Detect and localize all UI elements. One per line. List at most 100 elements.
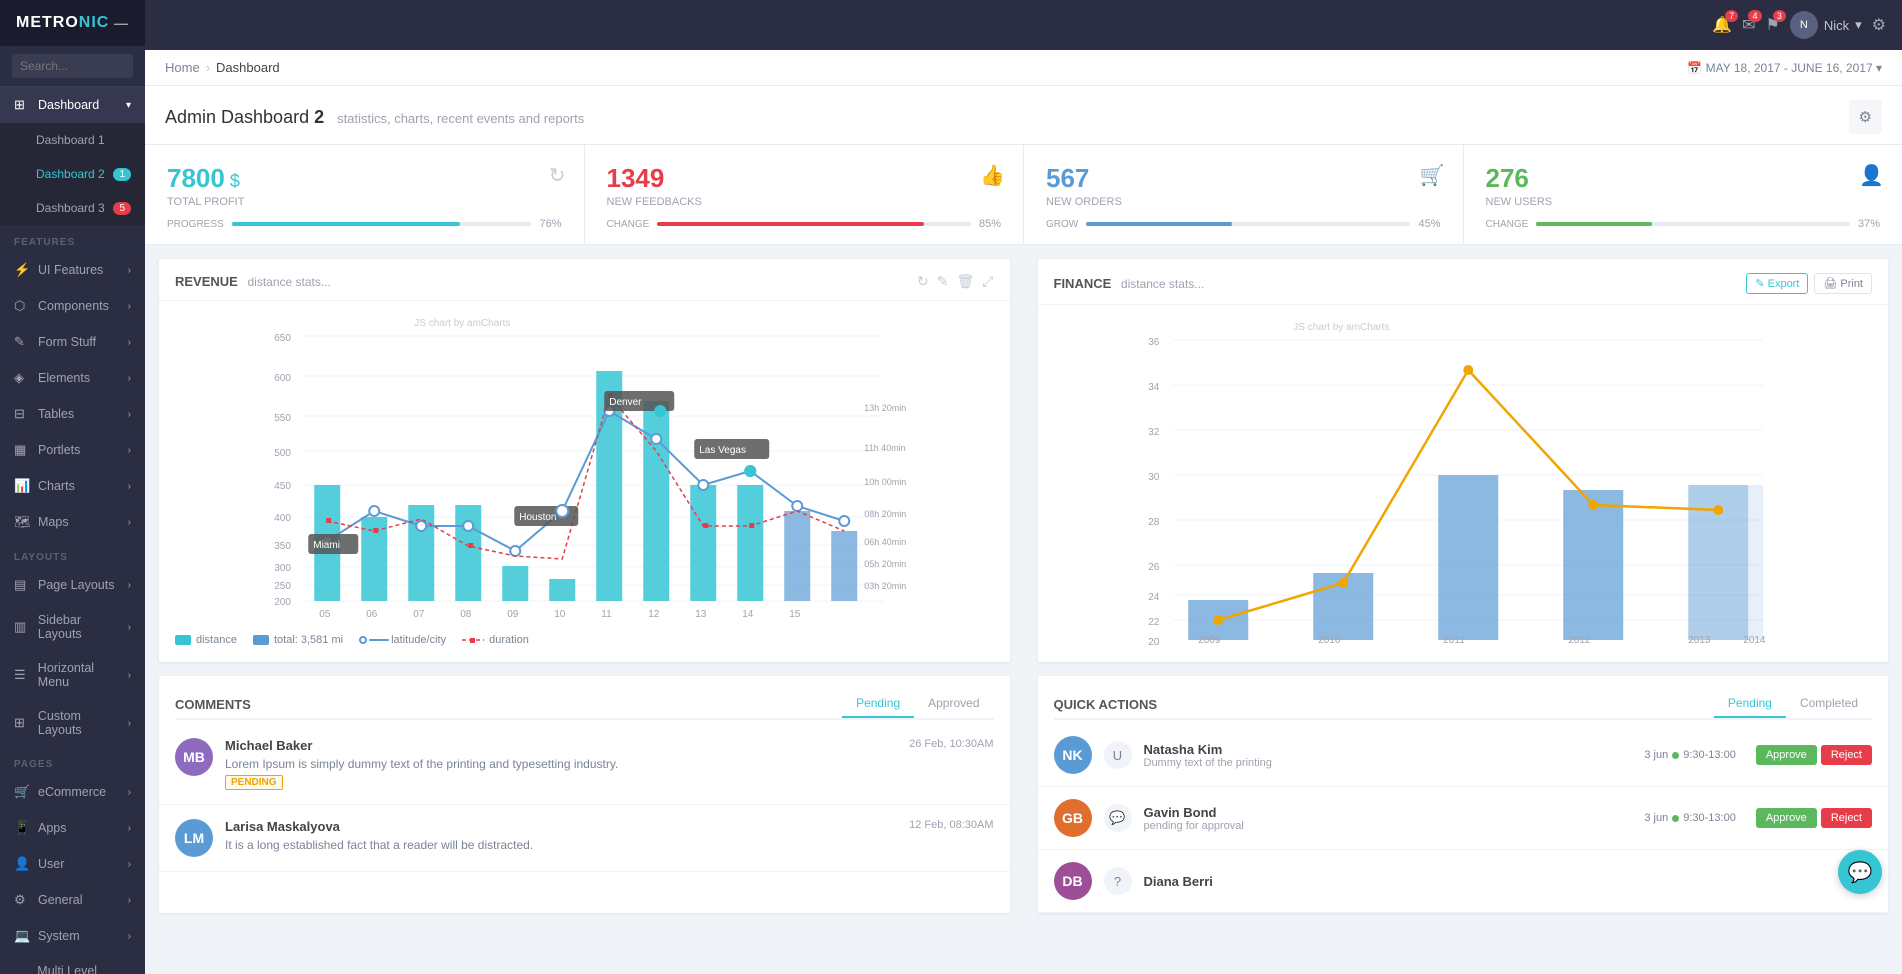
chevron-right-icon: › [128, 787, 131, 798]
sidebar-item-page-layouts[interactable]: ▤ Page Layouts › [0, 567, 145, 603]
sidebar-item-user[interactable]: 👤 User › [0, 846, 145, 882]
reject-button[interactable]: Reject [1821, 808, 1872, 828]
avatar: LM [175, 819, 213, 857]
chevron-down-icon: ▾ [126, 100, 131, 111]
settings-button[interactable]: ⚙ [1849, 100, 1882, 134]
hamburger-icon[interactable]: — [114, 15, 129, 31]
avatar: DB [1054, 862, 1092, 900]
sidebar-item-dashboard[interactable]: ⊞ Dashboard ▾ [0, 87, 145, 123]
reject-button[interactable]: Reject [1821, 745, 1872, 765]
svg-text:10: 10 [554, 609, 566, 620]
finance-chart-panel: FINANCE distance stats... ✎ Export 🖨 Pri… [1038, 259, 1889, 662]
tab-qa-completed[interactable]: Completed [1786, 690, 1872, 718]
sidebar-item-label: Dashboard 2 [36, 167, 105, 181]
chart-trash-icon[interactable]: 🗑 [957, 273, 975, 290]
search-input[interactable] [12, 54, 133, 78]
breadcrumb-home[interactable]: Home [165, 60, 200, 75]
bottom-row: COMMENTS Pending Approved MB Michael Bak… [145, 676, 1902, 927]
svg-text:450: 450 [274, 481, 291, 492]
sidebar-item-sidebar-layouts[interactable]: ▥ Sidebar Layouts › [0, 603, 145, 651]
sidebar-item-form-stuff[interactable]: ✎ Form Stuff › [0, 324, 145, 360]
sidebar-item-system[interactable]: 💻 System › [0, 918, 145, 954]
chart-expand-icon[interactable]: ⤢ [982, 273, 993, 290]
tab-pending[interactable]: Pending [842, 690, 914, 718]
fab-button[interactable]: 💬 [1838, 850, 1882, 894]
ecommerce-icon: 🛒 [14, 784, 30, 800]
tab-qa-pending[interactable]: Pending [1714, 690, 1786, 718]
svg-text:350: 350 [274, 541, 291, 552]
svg-text:Miami: Miami [313, 540, 340, 551]
tab-approved[interactable]: Approved [914, 690, 993, 718]
notification-icon-2[interactable]: ✉4 [1742, 15, 1755, 35]
print-button[interactable]: 🖨 Print [1814, 273, 1872, 294]
general-icon: ⚙ [14, 892, 30, 908]
sidebar-item-custom-layouts[interactable]: ⊞ Custom Layouts › [0, 699, 145, 747]
sidebar-item-label: System [38, 929, 80, 943]
stat-new-users: 👤 276 NEW USERS CHANGE 37% [1464, 145, 1902, 244]
export-button[interactable]: ✎ Export [1746, 273, 1808, 294]
sidebar-item-dashboard3[interactable]: Dashboard 3 5 [0, 191, 145, 225]
notification-icon-1[interactable]: 🔔7 [1712, 15, 1732, 35]
sidebar-item-horizontal-menu[interactable]: ☰ Horizontal Menu › [0, 651, 145, 699]
sidebar-item-dashboard1[interactable]: Dashboard 1 [0, 123, 145, 157]
sidebar-item-label: Dashboard 3 [36, 201, 105, 215]
sidebar-item-label: Charts [38, 479, 75, 493]
legend-latitude-dot [359, 636, 367, 644]
sidebar-item-elements[interactable]: ◈ Elements › [0, 360, 145, 396]
sidebar-item-portlets[interactable]: ▦ Portlets › [0, 432, 145, 468]
user-menu[interactable]: N Nick ▾ [1790, 11, 1862, 39]
approve-button[interactable]: Approve [1756, 745, 1817, 765]
feedback-label: NEW FEEDBACKS [607, 196, 1002, 208]
dashboard-icon: ⊞ [14, 97, 30, 113]
tables-icon: ⊟ [14, 406, 30, 422]
svg-text:500: 500 [274, 448, 291, 459]
sidebar-item-ui-features[interactable]: ⚡ UI Features › [0, 252, 145, 288]
pages-section-label: PAGES [0, 747, 145, 774]
sidebar-item-charts[interactable]: 📊 Charts › [0, 468, 145, 504]
svg-text:06h 40min: 06h 40min [864, 537, 906, 547]
svg-text:2010: 2010 [1318, 635, 1341, 646]
chart-refresh-icon[interactable]: ↻ [917, 273, 929, 290]
chevron-right-icon: › [128, 823, 131, 834]
svg-text:34: 34 [1148, 382, 1160, 393]
sidebar-item-components[interactable]: ⬡ Components › [0, 288, 145, 324]
svg-text:2012: 2012 [1568, 635, 1591, 646]
approve-button[interactable]: Approve [1756, 808, 1817, 828]
revenue-svg-chart: 650 600 550 500 450 400 350 300 250 200 [169, 311, 1000, 621]
svg-text:06: 06 [366, 609, 378, 620]
sidebar-item-dashboard2[interactable]: Dashboard 2 1 [0, 157, 145, 191]
qa-status-dot [1672, 815, 1679, 822]
sidebar-item-label: eCommerce [38, 785, 106, 799]
page-content: Home › Dashboard 📅 MAY 18, 2017 - JUNE 1… [145, 50, 1902, 974]
form-icon: ✎ [14, 334, 30, 350]
sidebar-item-multi-level-menu[interactable]: ≡ Multi Level Menu › [0, 954, 145, 974]
comment-text: Lorem Ipsum is simply dummy text of the … [225, 757, 994, 771]
qa-meta: 3 jun 9:30-13:00 [1644, 812, 1735, 824]
profit-progress-bar [232, 222, 460, 226]
svg-text:26: 26 [1148, 562, 1160, 573]
qa-type-icon: U [1104, 741, 1132, 769]
settings-icon[interactable]: ⚙ [1872, 15, 1886, 35]
comment-date: 26 Feb, 10:30AM [909, 738, 993, 753]
orders-progress-bar [1086, 222, 1232, 226]
sidebar-logo: METRONIC — [0, 0, 145, 46]
svg-text:14: 14 [742, 609, 754, 620]
sidebar-item-general[interactable]: ⚙ General › [0, 882, 145, 918]
chevron-right-icon: › [128, 517, 131, 528]
maps-icon: 🗺 [14, 514, 30, 530]
svg-text:600: 600 [274, 373, 291, 384]
feedback-progress-bar [657, 222, 924, 226]
comment-status-badge: PENDING [225, 775, 283, 790]
stat-total-profit: ↻ 7800 $ TOTAL PROFIT PROGRESS 76% [145, 145, 585, 244]
page-title: Admin Dashboard 2 statistics, charts, re… [165, 107, 584, 128]
notification-icon-3[interactable]: ⚑3 [1766, 15, 1780, 35]
sidebar-item-tables[interactable]: ⊟ Tables › [0, 396, 145, 432]
qa-item: DB ? Diana Berri [1038, 850, 1889, 913]
chevron-right-icon: › [128, 373, 131, 384]
sidebar-item-apps[interactable]: 📱 Apps › [0, 810, 145, 846]
orders-progress-row: GROW 45% [1046, 218, 1441, 230]
sidebar-item-ecommerce[interactable]: 🛒 eCommerce › [0, 774, 145, 810]
sidebar-search-bar [0, 46, 145, 87]
sidebar-item-maps[interactable]: 🗺 Maps › [0, 504, 145, 540]
chart-edit-icon[interactable]: ✎ [937, 273, 949, 290]
